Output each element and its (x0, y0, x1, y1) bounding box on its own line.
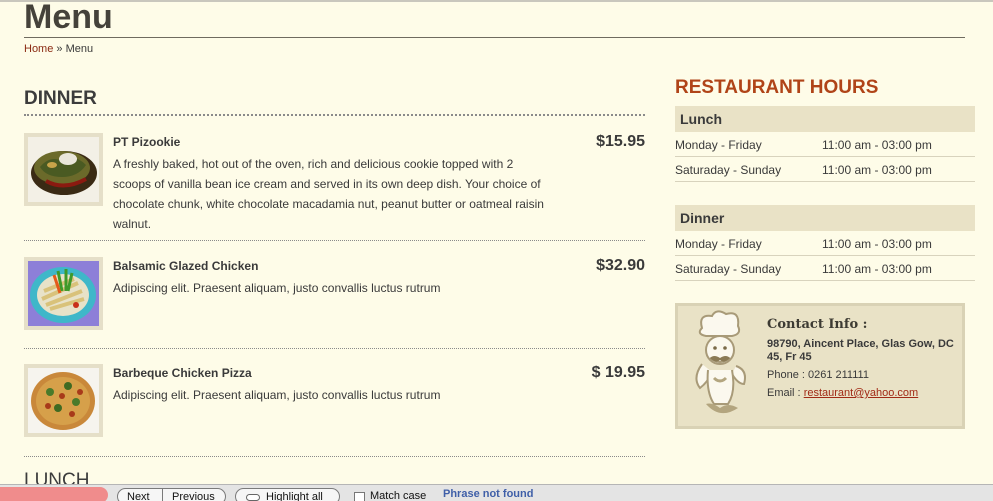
hours-day: Saturaday - Sunday (675, 262, 782, 276)
pasta-plate-photo (28, 261, 99, 326)
hours-time: 11:00 am - 03:00 pm (822, 163, 932, 177)
email-label: Email : (767, 387, 804, 399)
breadcrumb-home-link[interactable]: Home (24, 43, 53, 55)
hours-row: Monday - Friday 11:00 am - 03:00 pm (675, 132, 975, 157)
dinner-hours-header: Dinner (675, 205, 975, 231)
hours-day: Monday - Friday (675, 138, 762, 152)
breadcrumb: Home » Menu (24, 43, 93, 55)
lunch-hours-header: Lunch (675, 106, 975, 132)
find-previous-button[interactable]: Previous (162, 488, 226, 501)
chef-icon (684, 308, 760, 422)
menu-item-name: Barbeque Chicken Pizza (113, 366, 252, 380)
lunch-hours-table: Lunch Monday - Friday 11:00 am - 03:00 p… (675, 106, 975, 182)
hours-day: Saturaday - Sunday (675, 163, 782, 177)
menu-item-description: Adipiscing elit. Praesent aliquam, justo… (113, 281, 441, 295)
pizookie-dessert-photo (28, 137, 99, 202)
match-case-checkbox[interactable] (354, 492, 365, 501)
hours-title: RESTAURANT HOURS (675, 77, 879, 98)
phone-number: 0261 211111 (807, 369, 869, 381)
item-divider (24, 348, 645, 349)
breadcrumb-current: Menu (65, 43, 94, 55)
dinner-section-title: DINNER (24, 88, 97, 109)
contact-info-title: Contact Info : (767, 317, 868, 332)
dinner-hours-table: Dinner Monday - Friday 11:00 am - 03:00 … (675, 205, 975, 281)
find-bar: Next Previous Highlight all Match case P… (0, 484, 993, 501)
hours-day: Monday - Friday (675, 237, 762, 251)
hours-row: Monday - Friday 11:00 am - 03:00 pm (675, 231, 975, 256)
pizza-photo (28, 368, 99, 433)
hours-row: Saturaday - Sunday 11:00 am - 03:00 pm (675, 157, 975, 182)
item-divider (24, 240, 645, 241)
find-status-text: Phrase not found (443, 488, 534, 500)
menu-item-name: Balsamic Glazed Chicken (113, 259, 259, 273)
menu-item-description: A freshly baked, hot out of the oven, ri… (113, 157, 544, 231)
phone-label: Phone : (767, 369, 808, 381)
menu-item-name: PT Pizookie (113, 135, 181, 149)
hours-time: 11:00 am - 03:00 pm (822, 237, 932, 251)
menu-item: Balsamic Glazed Chicken Adipiscing elit.… (24, 257, 645, 337)
menu-item-thumbnail (24, 364, 103, 437)
menu-item-thumbnail (24, 257, 103, 330)
window-top-border (0, 0, 993, 2)
hours-row: Saturaday - Sunday 11:00 am - 03:00 pm (675, 256, 975, 281)
menu-item-thumbnail (24, 133, 103, 206)
match-case-label: Match case (370, 490, 427, 501)
find-input[interactable] (0, 487, 108, 501)
hours-time: 11:00 am - 03:00 pm (822, 138, 932, 152)
page-title: Menu (24, 0, 113, 36)
menu-item-price: $ 19.95 (591, 364, 645, 381)
menu-item-description: Adipiscing elit. Praesent aliquam, justo… (113, 388, 441, 402)
item-divider (24, 456, 645, 457)
email-link[interactable]: restaurant@yahoo.com (804, 387, 919, 399)
title-divider (24, 37, 965, 38)
contact-address: 98790, Aincent Place, Glas Gow, DC 45, F… (767, 338, 954, 363)
highlight-all-label: Highlight all (266, 491, 323, 501)
highlight-icon (246, 494, 260, 501)
hours-time: 11:00 am - 03:00 pm (822, 262, 932, 276)
find-next-button[interactable]: Next (117, 488, 163, 501)
menu-item: Barbeque Chicken Pizza Adipiscing elit. … (24, 364, 645, 444)
contact-email: Email : restaurant@yahoo.com (767, 387, 918, 399)
contact-info-box: Contact Info : 98790, Aincent Place, Gla… (675, 303, 965, 429)
lunch-section-title: LUNCH (24, 470, 90, 484)
section-divider (24, 114, 645, 116)
highlight-all-button[interactable]: Highlight all (235, 488, 340, 501)
menu-item-price: $32.90 (596, 257, 645, 274)
menu-item: PT Pizookie A freshly baked, hot out of … (24, 133, 645, 233)
breadcrumb-separator: » (56, 43, 63, 55)
contact-phone: Phone : 0261 211111 (767, 369, 869, 381)
menu-item-price: $15.95 (596, 133, 645, 150)
